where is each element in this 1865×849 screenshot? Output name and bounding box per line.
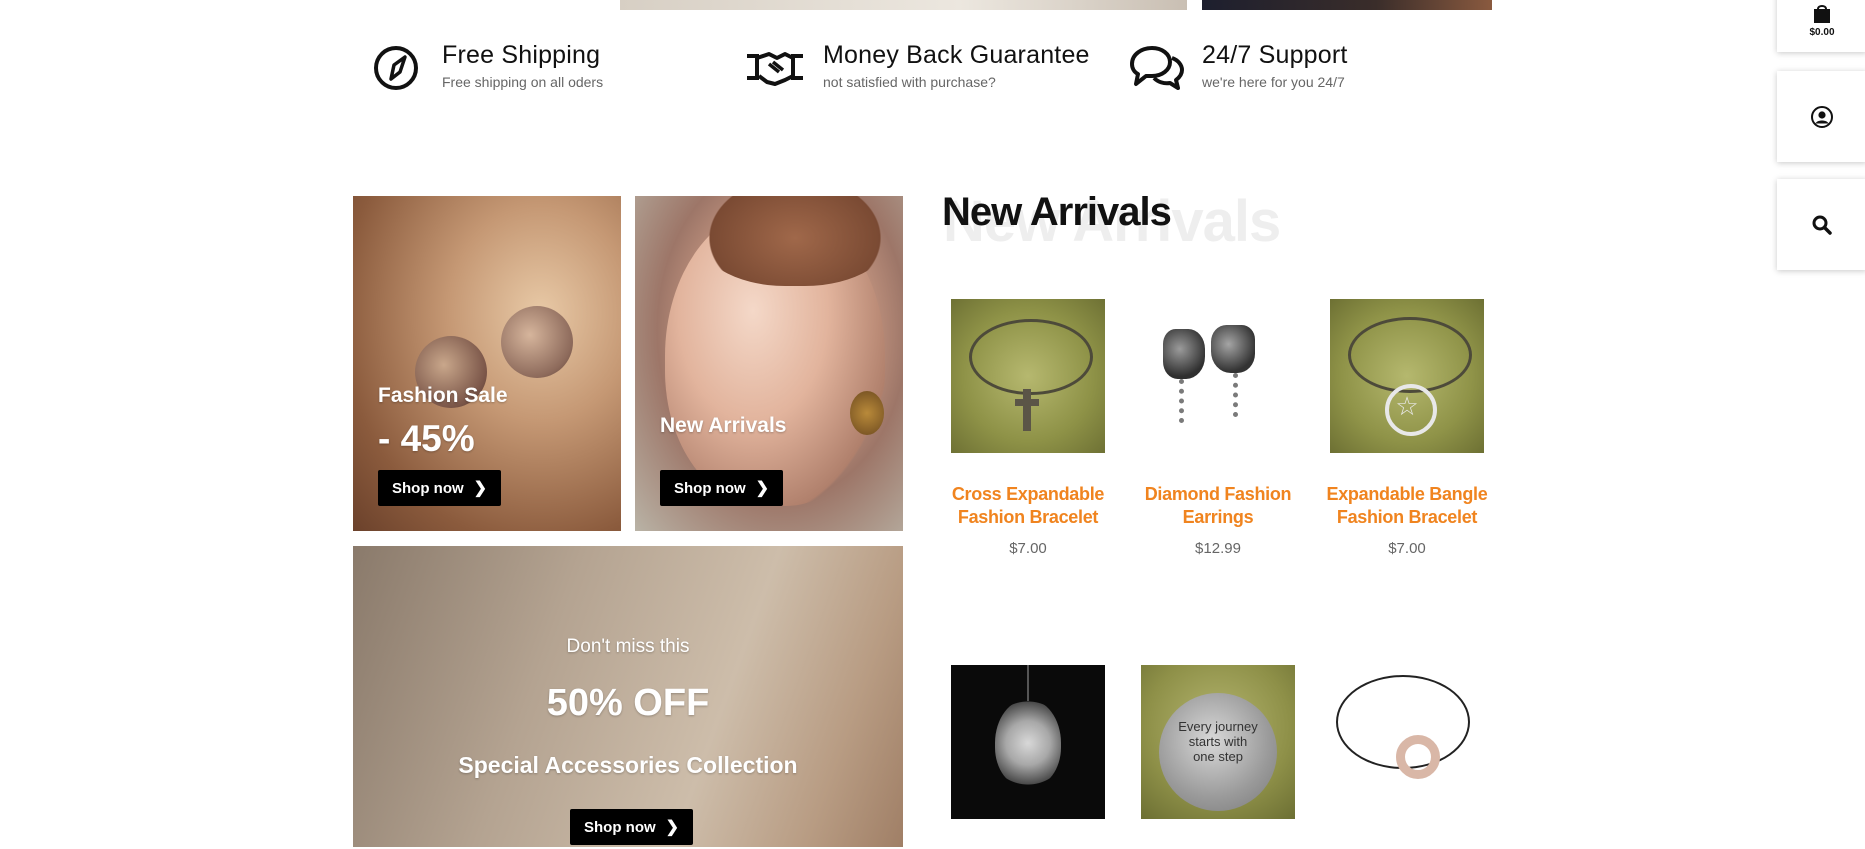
promo-title: New Arrivals bbox=[660, 414, 787, 437]
feature-support: 24/7 Support we're here for you 24/7 bbox=[1128, 41, 1348, 94]
product-image[interactable] bbox=[951, 665, 1105, 819]
user-icon bbox=[1811, 105, 1833, 128]
button-label: Shop now bbox=[392, 479, 464, 497]
search-button[interactable] bbox=[1777, 179, 1865, 270]
chevron-right-icon: ❯ bbox=[473, 480, 488, 497]
chevron-right-icon: ❯ bbox=[755, 480, 770, 497]
cart-widget[interactable]: $0.00 bbox=[1777, 0, 1865, 52]
search-icon bbox=[1812, 215, 1832, 235]
cart-total: $0.00 bbox=[1809, 26, 1835, 38]
product-image[interactable] bbox=[1141, 299, 1295, 453]
promo-kicker: Don't miss this bbox=[566, 636, 690, 657]
product-image[interactable] bbox=[1330, 665, 1484, 819]
product-price: $7.00 bbox=[1388, 540, 1426, 557]
promo-fashion-sale[interactable]: Fashion Sale - 45% Shop now ❯ bbox=[353, 196, 621, 531]
account-button[interactable] bbox=[1777, 71, 1865, 162]
button-label: Shop now bbox=[584, 818, 656, 836]
promo-new-arrivals[interactable]: New Arrivals Shop now ❯ bbox=[635, 196, 903, 531]
banner-image-partial-2[interactable] bbox=[1202, 0, 1492, 10]
promo-headline: 50% OFF bbox=[546, 682, 710, 724]
handshake-icon bbox=[747, 52, 803, 86]
banner-image-partial[interactable] bbox=[620, 0, 1187, 10]
feature-subtitle: we're here for you 24/7 bbox=[1202, 73, 1345, 90]
earring-decor bbox=[850, 391, 884, 435]
product-card[interactable] bbox=[943, 665, 1113, 849]
compass-icon bbox=[374, 46, 418, 90]
feature-title: Money Back Guarantee bbox=[823, 41, 1090, 69]
feature-subtitle: Free shipping on all oders bbox=[442, 73, 604, 90]
product-image[interactable] bbox=[951, 299, 1105, 453]
shop-now-button[interactable]: Shop now ❯ bbox=[378, 470, 502, 506]
product-price: $7.00 bbox=[1009, 540, 1047, 557]
product-card[interactable]: Diamond Fashion Earrings $12.99 bbox=[1133, 299, 1303, 557]
product-name[interactable]: Diamond Fashion Earrings bbox=[1133, 483, 1303, 528]
section-title: New Arrivals bbox=[942, 190, 1172, 234]
shop-now-button[interactable]: Shop now ❯ bbox=[570, 809, 694, 845]
product-card[interactable] bbox=[1322, 665, 1492, 849]
promo-title: Fashion Sale bbox=[378, 384, 508, 407]
chevron-right-icon: ❯ bbox=[665, 819, 680, 836]
feature-money-back: Money Back Guarantee not satisfied with … bbox=[745, 41, 1090, 94]
earring-decor-2 bbox=[501, 306, 573, 378]
chat-bubbles-icon bbox=[1130, 46, 1184, 90]
promo-special-accessories[interactable]: Don't miss this 50% OFF Special Accessor… bbox=[353, 546, 903, 847]
product-card[interactable]: Every journey starts with one step bbox=[1133, 665, 1303, 849]
product-card[interactable]: ☆ Expandable Bangle Fashion Bracelet $7.… bbox=[1322, 299, 1492, 557]
feature-title: Free Shipping bbox=[442, 41, 601, 69]
product-image[interactable]: ☆ bbox=[1330, 299, 1484, 453]
promo-discount: - 45% bbox=[378, 418, 475, 459]
pendant-inscription: Every journey starts with one step bbox=[1178, 719, 1258, 764]
product-name[interactable]: Cross Expandable Fashion Bracelet bbox=[943, 483, 1113, 528]
feature-subtitle: not satisfied with purchase? bbox=[823, 73, 996, 90]
product-card[interactable]: Cross Expandable Fashion Bracelet $7.00 bbox=[943, 299, 1113, 557]
shop-now-button[interactable]: Shop now ❯ bbox=[660, 470, 784, 506]
product-image[interactable]: Every journey starts with one step bbox=[1141, 665, 1295, 819]
product-price: $12.99 bbox=[1195, 540, 1241, 557]
product-name[interactable]: Expandable Bangle Fashion Bracelet bbox=[1322, 483, 1492, 528]
shopping-bag-icon bbox=[1814, 4, 1830, 23]
feature-title: 24/7 Support bbox=[1202, 41, 1348, 69]
button-label: Shop now bbox=[674, 479, 746, 497]
promo-subtitle: Special Accessories Collection bbox=[458, 752, 798, 778]
feature-free-shipping: Free Shipping Free shipping on all oders bbox=[372, 41, 604, 94]
